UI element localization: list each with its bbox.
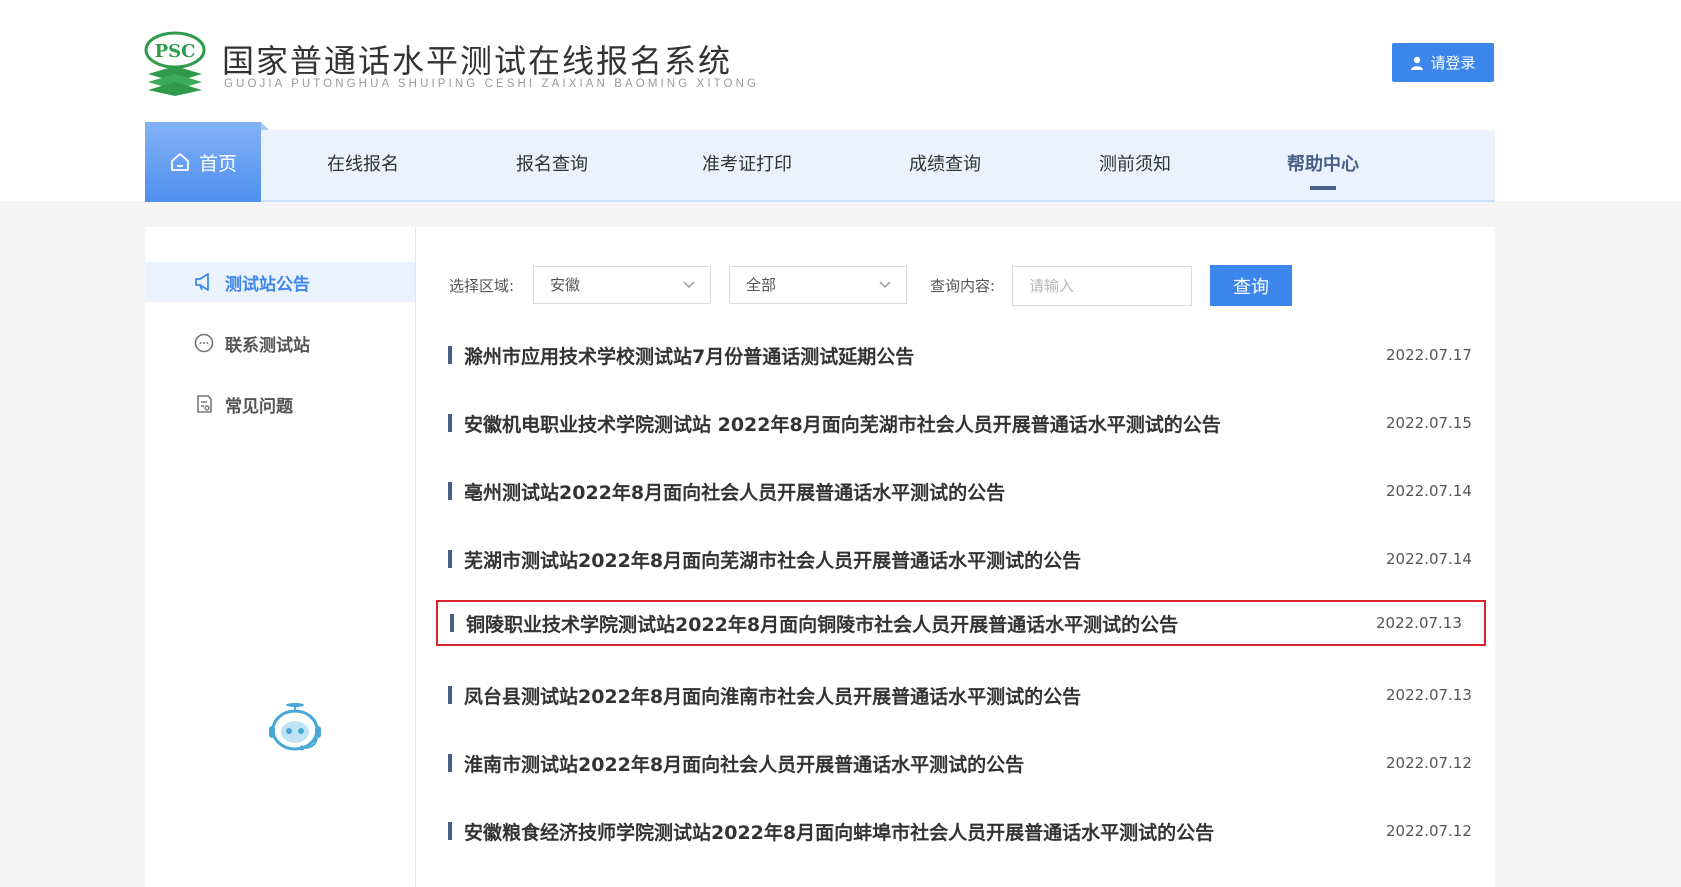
announcement-date: 2022.07.15 xyxy=(1386,414,1472,432)
sidebar-item-label: 常见问题 xyxy=(225,396,293,417)
list-bullet xyxy=(448,482,452,500)
list-item[interactable]: 亳州测试站2022年8月面向社会人员开展普通话水平测试的公告 2022.07.1… xyxy=(448,468,1472,514)
nav-pretest-notice[interactable]: 测前须知 xyxy=(1099,130,1171,200)
nav-admission-ticket[interactable]: 准考证打印 xyxy=(702,130,792,200)
chevron-down-icon xyxy=(683,281,695,289)
announcement-title: 芜湖市测试站2022年8月面向芜湖市社会人员开展普通话水平测试的公告 xyxy=(464,549,1082,572)
announcement-title: 凤台县测试站2022年8月面向淮南市社会人员开展普通话水平测试的公告 xyxy=(464,685,1082,708)
psc-logo-icon: PSC xyxy=(144,31,206,96)
list-bullet xyxy=(448,550,452,568)
list-item[interactable]: 凤台县测试站2022年8月面向淮南市社会人员开展普通话水平测试的公告 2022.… xyxy=(448,672,1472,718)
nav-score-query[interactable]: 成绩查询 xyxy=(909,130,981,200)
sidebar: 测试站公告 联系测试站 常见问题 xyxy=(145,227,416,887)
announcement-title: 亳州测试站2022年8月面向社会人员开展普通话水平测试的公告 xyxy=(464,481,1006,504)
sidebar-item-label: 联系测试站 xyxy=(225,335,310,356)
announcement-date: 2022.07.14 xyxy=(1386,482,1472,500)
chat-bubble-icon xyxy=(193,332,215,354)
list-item[interactable]: 安徽机电职业技术学院测试站 2022年8月面向芜湖市社会人员开展普通话水平测试的… xyxy=(448,400,1472,446)
list-bullet xyxy=(448,754,452,772)
robot-assistant-icon[interactable] xyxy=(267,702,323,754)
region-label: 选择区域: xyxy=(449,277,515,295)
announcement-date: 2022.07.13 xyxy=(1386,686,1472,704)
nav-home[interactable]: 首页 xyxy=(145,122,269,202)
main-nav: 首页 在线报名 报名查询 准考证打印 成绩查询 测前须知 帮助中心 xyxy=(145,122,1495,202)
announcement-title: 铜陵职业技术学院测试站2022年8月面向铜陵市社会人员开展普通话水平测试的公告 xyxy=(466,613,1179,636)
login-button[interactable]: 请登录 xyxy=(1392,43,1494,82)
announcement-title: 淮南市测试站2022年8月面向社会人员开展普通话水平测试的公告 xyxy=(464,753,1025,776)
site-logo[interactable]: PSC 国家普通话水平测试在线报名系统 GUOJIA PUTONGHUA SHU… xyxy=(144,30,756,100)
list-bullet xyxy=(450,614,454,632)
query-label: 查询内容: xyxy=(930,277,996,295)
login-label: 请登录 xyxy=(1430,54,1476,72)
query-button[interactable]: 查询 xyxy=(1210,265,1292,306)
list-item[interactable]: 芜湖市测试站2022年8月面向芜湖市社会人员开展普通话水平测试的公告 2022.… xyxy=(448,536,1472,582)
list-bullet xyxy=(448,414,452,432)
user-icon xyxy=(1411,56,1424,70)
home-icon xyxy=(171,153,189,171)
announcement-date: 2022.07.12 xyxy=(1386,822,1472,840)
chevron-down-icon xyxy=(879,281,891,289)
sidebar-item-label: 测试站公告 xyxy=(225,274,310,295)
region-select[interactable]: 安徽 xyxy=(533,266,711,304)
list-item[interactable]: 安徽粮食经济技师学院测试站2022年8月面向蚌埠市社会人员开展普通话水平测试的公… xyxy=(448,808,1472,854)
list-item-highlighted[interactable]: 铜陵职业技术学院测试站2022年8月面向铜陵市社会人员开展普通话水平测试的公告 … xyxy=(436,600,1486,646)
announcement-date: 2022.07.14 xyxy=(1386,550,1472,568)
list-bullet xyxy=(448,346,452,364)
region-select-value: 安徽 xyxy=(550,276,581,294)
announcement-date: 2022.07.12 xyxy=(1386,754,1472,772)
scope-select[interactable]: 全部 xyxy=(729,266,907,304)
sidebar-item-contact[interactable]: 联系测试站 xyxy=(145,323,415,363)
list-bullet xyxy=(448,686,452,704)
svg-text:PSC: PSC xyxy=(155,41,196,62)
sidebar-item-faq[interactable]: 常见问题 xyxy=(145,384,415,424)
megaphone-icon xyxy=(193,271,215,293)
announcement-title: 安徽粮食经济技师学院测试站2022年8月面向蚌埠市社会人员开展普通话水平测试的公… xyxy=(464,821,1215,844)
announcement-title: 安徽机电职业技术学院测试站 2022年8月面向芜湖市社会人员开展普通话水平测试的… xyxy=(464,413,1221,436)
document-icon xyxy=(193,393,215,415)
site-subtitle: GUOJIA PUTONGHUA SHUIPING CESHI ZAIXIAN … xyxy=(224,78,760,90)
nav-registration-query[interactable]: 报名查询 xyxy=(516,130,588,200)
filter-bar: 选择区域: 安徽 全部 查询内容: 查询 xyxy=(449,265,1469,307)
content-card: 测试站公告 联系测试站 常见问题 选择区域: 安徽 全部 查询内容: 请输入 查… xyxy=(145,227,1495,887)
nav-help-center-label: 帮助中心 xyxy=(1287,154,1359,175)
site-title: 国家普通话水平测试在线报名系统 xyxy=(222,42,733,80)
list-item[interactable]: 滁州市应用技术学校测试站7月份普通话测试延期公告 2022.07.17 xyxy=(448,332,1472,378)
header-area: PSC 国家普通话水平测试在线报名系统 GUOJIA PUTONGHUA SHU… xyxy=(0,0,1681,202)
search-input[interactable] xyxy=(1012,266,1192,306)
announcement-date: 2022.07.17 xyxy=(1386,346,1472,364)
sidebar-item-announcements[interactable]: 测试站公告 xyxy=(145,262,415,302)
nav-online-registration[interactable]: 在线报名 xyxy=(327,130,399,200)
scope-select-value: 全部 xyxy=(746,276,777,294)
nav-help-center[interactable]: 帮助中心 xyxy=(1287,130,1359,200)
announcement-date: 2022.07.13 xyxy=(1376,614,1462,632)
list-item[interactable]: 淮南市测试站2022年8月面向社会人员开展普通话水平测试的公告 2022.07.… xyxy=(448,740,1472,786)
announcement-title: 滁州市应用技术学校测试站7月份普通话测试延期公告 xyxy=(464,345,915,368)
nav-active-indicator xyxy=(1310,186,1336,190)
list-bullet xyxy=(448,822,452,840)
nav-home-label: 首页 xyxy=(198,152,237,175)
